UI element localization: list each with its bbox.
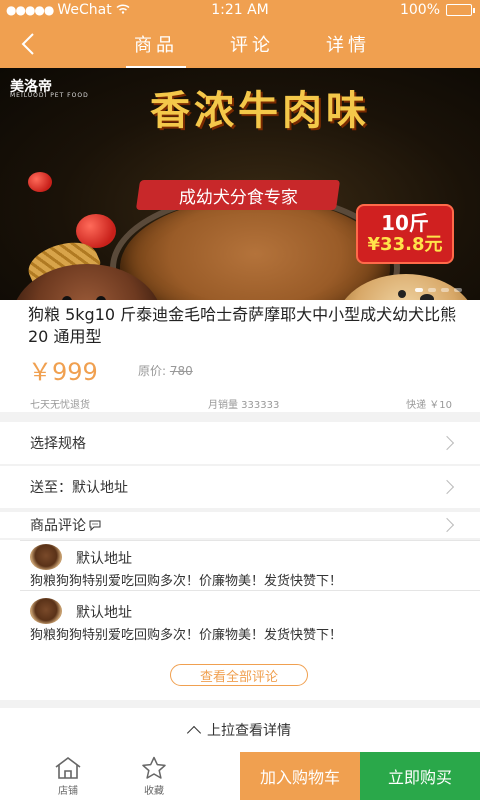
star-icon: [142, 756, 166, 779]
banner-headline: 香浓牛肉味: [150, 87, 370, 134]
ship-to-label: 送至：默认地址: [30, 480, 128, 496]
shop-button[interactable]: 店铺: [38, 756, 98, 798]
product-title: 狗粮 5kg10 斤泰迪金毛哈士奇萨摩耶大中小型成犬幼犬比熊 20 通用型: [28, 305, 457, 346]
divider: [20, 590, 480, 591]
pull-up-label: 上拉查看详情: [207, 723, 291, 739]
shop-label: 店铺: [58, 786, 78, 797]
badge-price: ¥33.8元: [367, 234, 443, 255]
bottom-bar: 店铺 收藏 加入购物车 立即购买: [0, 752, 480, 800]
original-price: 原价: 780: [138, 362, 193, 379]
monthly-sales: 月销量 333333: [208, 400, 280, 411]
product-info: 狗粮 5kg10 斤泰迪金毛哈士奇萨摩耶大中小型成犬幼犬比熊 20 通用型 ￥9…: [0, 300, 480, 412]
avatar: [30, 544, 62, 570]
select-spec-label: 选择规格: [30, 436, 86, 452]
tab-details[interactable]: 详情: [300, 20, 396, 68]
banner-subheadline-box: 成幼犬分食专家: [135, 180, 341, 210]
chevron-right-icon: [439, 435, 455, 451]
brand-sub: MEILUODI PET FOOD: [10, 92, 89, 99]
comment-icon: [89, 520, 101, 531]
tomato-image: [28, 172, 52, 192]
add-to-cart-button[interactable]: 加入购物车: [240, 752, 360, 800]
select-spec-row[interactable]: 选择规格: [0, 422, 480, 464]
original-price-value: 780: [169, 364, 193, 378]
battery-icon: [446, 4, 475, 16]
back-button[interactable]: [14, 30, 42, 58]
pagination-dot[interactable]: [454, 288, 462, 292]
tab-product[interactable]: 商品: [108, 20, 204, 68]
reviews-header-label: 商品评论: [30, 518, 86, 534]
pagination-dot[interactable]: [415, 288, 423, 292]
original-price-label: 原价:: [138, 364, 167, 378]
price-badge: 10斤 ¥33.8元: [356, 204, 454, 264]
tab-reviews[interactable]: 评论: [204, 20, 300, 68]
retriever-eye: [398, 290, 406, 298]
divider: [20, 540, 480, 541]
chevron-left-icon: [21, 33, 34, 55]
product-banner[interactable]: 美洛帝 MEILUODI PET FOOD 香浓牛肉味 成幼犬分食专家 10斤 …: [0, 68, 480, 300]
chevron-right-icon: [439, 517, 455, 533]
favorite-label: 收藏: [144, 786, 164, 797]
view-all-reviews-button[interactable]: 查看全部评论: [170, 664, 308, 686]
pagination-dot[interactable]: [441, 288, 449, 292]
buy-now-button[interactable]: 立即购买: [360, 752, 480, 800]
pagination-dot[interactable]: [428, 288, 436, 292]
reviews-header-row[interactable]: 商品评论: [0, 512, 480, 538]
banner-subheadline: 成幼犬分食专家: [178, 187, 298, 208]
tab-bar: 商品 评论 详情: [108, 20, 396, 68]
ship-to-row[interactable]: 送至：默认地址: [0, 466, 480, 508]
chevron-up-icon: [186, 725, 202, 741]
reviewer-name: 默认地址: [76, 551, 132, 567]
review-list: 默认地址 狗粮狗狗特别爱吃回购多次！价廉物美！发货快赞下！ 默认地址 狗粮狗狗特…: [0, 540, 480, 700]
review-text: 狗粮狗狗特别爱吃回购多次！价廉物美！发货快赞下！: [30, 628, 343, 643]
status-right: 100%: [399, 2, 475, 18]
product-price: ￥999: [28, 358, 98, 386]
pull-up-details[interactable]: 上拉查看详情: [0, 708, 480, 752]
nav-bar: 商品 评论 详情: [0, 20, 480, 68]
shipping-fee: 快递 ￥10: [406, 400, 452, 411]
badge-weight: 10斤: [381, 211, 429, 235]
status-bar: ●●●●● WeChat 1:21 AM 100%: [0, 0, 480, 20]
review-text: 狗粮狗狗特别爱吃回购多次！价廉物美！发货快赞下！: [30, 574, 343, 589]
battery-percent: 100%: [399, 2, 440, 18]
chevron-right-icon: [439, 479, 455, 495]
favorite-button[interactable]: 收藏: [124, 756, 184, 798]
reviewer-name: 默认地址: [76, 605, 132, 621]
return-policy: 七天无忧退货: [30, 400, 90, 411]
shop-icon: [55, 757, 81, 779]
banner-pagination: [415, 288, 462, 292]
avatar: [30, 598, 62, 624]
